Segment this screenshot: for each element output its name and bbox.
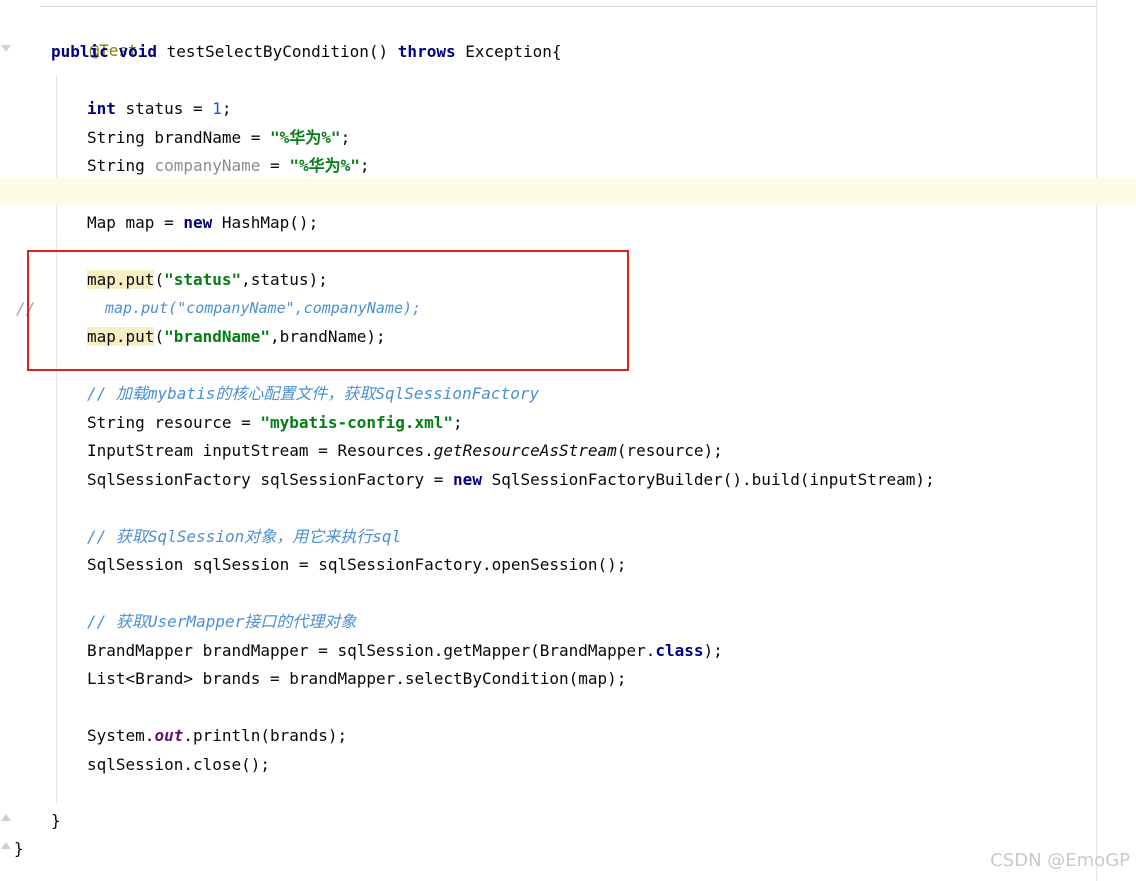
code-token: String [87,156,155,175]
code-token: System. [87,726,155,745]
code-line-22[interactable]: // 获取UserMapper接口的代理对象 [87,608,356,635]
code-line-15[interactable]: String resource = "mybatis-config.xml"; [87,409,463,436]
code-token: status = [115,99,213,118]
code-line-27[interactable]: sqlSession.close(); [87,751,270,778]
code-line-6[interactable]: String companyName = "%华为%"; [87,152,370,179]
code-token: Map map = [87,213,184,232]
fold-open-icon[interactable] [1,45,11,52]
code-token: testSelectByCondition() [156,42,398,61]
code-token: ; [453,413,463,432]
code-line-26[interactable]: System.out.println(brands); [87,722,347,749]
closing-brace: } [14,839,24,858]
comment-token: // 获取SqlSession对象，用它来执行sql [87,527,402,546]
editor-top-border [40,6,1096,7]
watermark: CSDN @EmoGP [990,850,1130,871]
code-line-19[interactable]: // 获取SqlSession对象，用它来执行sql [87,523,401,550]
current-line-highlight [0,178,1136,205]
code-token: List<Brand> brands = brandMapper.selectB… [87,669,627,688]
code-token: .println(brands); [183,726,348,745]
code-line-24[interactable]: List<Brand> brands = brandMapper.selectB… [87,665,626,692]
code-line-16[interactable]: InputStream inputStream = Resources.getR… [87,437,723,464]
red-highlight-box [27,250,629,371]
keyword-token: class [655,641,704,660]
code-line-5[interactable]: String brandName = "%华为%"; [87,124,350,151]
comment-token: // 加载mybatis的核心配置文件，获取SqlSessionFactory [87,384,540,403]
code-line-4[interactable]: int status = 1; [87,95,232,122]
code-line-30[interactable]: } [14,835,24,862]
code-token: = [260,156,290,175]
code-line-1[interactable]: @Test [51,10,138,60]
code-token: ; [340,128,351,147]
code-line-29[interactable]: } [51,807,61,834]
keyword-token: void [118,42,157,61]
unused-variable-token: companyName [154,156,261,175]
static-method-token: getResourceAsStream [433,441,617,460]
keyword-token: int [87,99,116,118]
code-token: ; [221,99,232,118]
code-line-2[interactable]: public void testSelectByCondition() thro… [51,38,562,65]
code-token: ; [359,156,370,175]
number-token: 1 [212,99,222,118]
keyword-token: throws [397,42,456,61]
code-token: sqlSession.close(); [87,755,271,774]
code-line-23[interactable]: BrandMapper brandMapper = sqlSession.get… [87,637,723,664]
code-token: SqlSessionFactory sqlSessionFactory = [87,470,454,489]
code-token: String brandName = [87,128,271,147]
code-line-14[interactable]: // 加载mybatis的核心配置文件，获取SqlSessionFactory [87,380,539,407]
closing-brace: } [51,811,61,830]
code-token: (resource); [616,441,723,460]
string-token: "%华为%" [289,156,360,175]
fold-close-icon[interactable] [1,842,11,849]
code-line-8[interactable]: Map map = new HashMap(); [87,209,318,236]
code-token: ); [703,641,723,660]
code-token: BrandMapper brandMapper = sqlSession.get… [87,641,656,660]
code-line-20[interactable]: SqlSession sqlSession = sqlSessionFactor… [87,551,626,578]
code-token: SqlSession sqlSession = sqlSessionFactor… [87,555,627,574]
code-token: InputStream inputStream = Resources. [87,441,434,460]
code-token: SqlSessionFactoryBuilder().build(inputSt… [481,470,935,489]
string-token: "%华为%" [270,128,341,147]
right-margin-guide [1096,0,1097,881]
code-editor[interactable]: @Test public void testSelectByCondition(… [0,0,1136,881]
keyword-token: new [183,213,213,232]
keyword-token: new [453,470,482,489]
fold-close-icon[interactable] [1,814,11,821]
string-token: "mybatis-config.xml" [260,413,454,432]
static-field-token: out [154,726,184,745]
code-token: String resource = [87,413,261,432]
code-token: HashMap(); [212,213,319,232]
keyword-token: public [51,42,109,61]
comment-token: // 获取UserMapper接口的代理对象 [87,612,357,631]
code-token: Exception{ [455,42,562,61]
code-line-17[interactable]: SqlSessionFactory sqlSessionFactory = ne… [87,466,935,493]
